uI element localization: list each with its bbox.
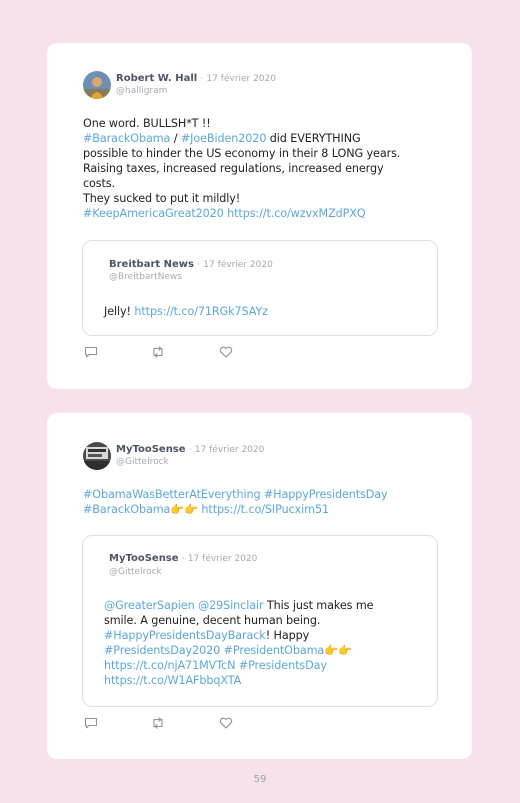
- tweet-line: #BarackObama / #JoeBiden2020 did EVERYTH…: [83, 132, 361, 145]
- separator-dot: ·: [188, 445, 192, 455]
- hashtag-link[interactable]: #KeepAmericaGreat2020 https://t.co/wzvxM…: [83, 207, 366, 220]
- url-link[interactable]: https://t.co/W1AFbbqXTA: [104, 674, 241, 687]
- retweet-icon[interactable]: [151, 346, 165, 358]
- tweet-line: #BarackObama👉👉 https://t.co/SIPucxim51: [83, 502, 463, 517]
- tweet-date[interactable]: 17 février 2020: [195, 445, 265, 455]
- tweet-line: https://t.co/W1AFbbqXTA: [104, 673, 424, 688]
- avatar[interactable]: [83, 71, 111, 99]
- quoted-body: Jelly! https://t.co/71RGk7SAYz: [104, 304, 424, 319]
- quoted-author[interactable]: MyTooSense: [109, 553, 179, 564]
- tweet-date[interactable]: 17 février 2020: [206, 74, 276, 84]
- tweet-line: possible to hinder the US economy in the…: [83, 147, 401, 160]
- mention-link[interactable]: @GreaterSapien @29Sinclair: [104, 599, 264, 612]
- hashtag-link[interactable]: #PresidentsDay2020 #PresidentObama👉👉: [104, 644, 352, 657]
- tweet-line: @GreaterSapien @29Sinclair This just mak…: [104, 599, 374, 612]
- url-link[interactable]: https://t.co/71RGk7SAYz: [134, 305, 268, 318]
- tweet-line: Jelly! https://t.co/71RGk7SAYz: [104, 305, 268, 318]
- avatar[interactable]: [83, 442, 111, 470]
- quoted-author[interactable]: Breitbart News: [109, 259, 194, 270]
- separator-dot: ·: [200, 74, 204, 84]
- separator-dot: ·: [181, 554, 185, 564]
- quoted-tweet[interactable]: Breitbart News · 17 février 2020 @Breitb…: [82, 240, 438, 336]
- quoted-handle[interactable]: @Gittelrock: [109, 567, 162, 577]
- tweet-card: Robert W. Hall · 17 février 2020 @hallig…: [47, 43, 472, 389]
- tweet-line: #PresidentsDay2020 #PresidentObama👉👉: [104, 643, 424, 658]
- tweet-line: costs.: [83, 177, 115, 190]
- tweet-line: Raising taxes, increased regulations, in…: [83, 162, 384, 175]
- reply-icon[interactable]: [84, 717, 98, 729]
- tweet-card: MyTooSense · 17 février 2020 @Gittelrock…: [47, 413, 472, 759]
- tweet-line: https://t.co/njA71MVTcN #PresidentsDay: [104, 658, 424, 673]
- hashtag-link[interactable]: #BarackObama👉👉 https://t.co/SIPucxim51: [83, 503, 329, 516]
- quoted-handle[interactable]: @BreitbartNews: [109, 272, 182, 282]
- hashtag-link[interactable]: #HappyPresidentsDayBarack: [104, 629, 266, 642]
- quoted-date[interactable]: 17 février 2020: [203, 260, 273, 270]
- hashtag-link[interactable]: #ObamaWasBetterAtEverything #HappyPresid…: [83, 488, 388, 501]
- tweet-line: smile. A genuine, decent human being.: [104, 614, 321, 627]
- tweet-line: One word. BULLSH*T !!: [83, 117, 211, 130]
- page-number: 59: [253, 774, 267, 785]
- tweet-line: #ObamaWasBetterAtEverything #HappyPresid…: [83, 487, 463, 502]
- tweet-handle[interactable]: @halligram: [116, 86, 167, 96]
- tweet-line: #KeepAmericaGreat2020 https://t.co/wzvxM…: [83, 206, 463, 221]
- hashtag-link[interactable]: #JoeBiden2020: [181, 132, 267, 145]
- quoted-tweet[interactable]: MyTooSense · 17 février 2020 @Gittelrock…: [82, 535, 438, 707]
- reply-icon[interactable]: [84, 346, 98, 358]
- hashtag-link[interactable]: #BarackObama: [83, 132, 170, 145]
- tweet-author[interactable]: MyTooSense: [116, 444, 186, 455]
- tweet-line: #HappyPresidentsDayBarack! Happy: [104, 629, 310, 642]
- like-icon[interactable]: [219, 717, 233, 729]
- quoted-body: @GreaterSapien @29Sinclair This just mak…: [104, 598, 424, 688]
- tweet-body: One word. BULLSH*T !! #BarackObama / #Jo…: [83, 116, 463, 221]
- tweet-author[interactable]: Robert W. Hall: [116, 73, 197, 84]
- tweet-body: #ObamaWasBetterAtEverything #HappyPresid…: [83, 487, 463, 517]
- quoted-date[interactable]: 17 février 2020: [188, 554, 258, 564]
- url-link[interactable]: https://t.co/njA71MVTcN #PresidentsDay: [104, 659, 327, 672]
- tweet-handle[interactable]: @Gittelrock: [116, 457, 169, 467]
- separator-dot: ·: [197, 260, 201, 270]
- tweet-line: They sucked to put it mildly!: [83, 192, 241, 205]
- like-icon[interactable]: [219, 346, 233, 358]
- retweet-icon[interactable]: [151, 717, 165, 729]
